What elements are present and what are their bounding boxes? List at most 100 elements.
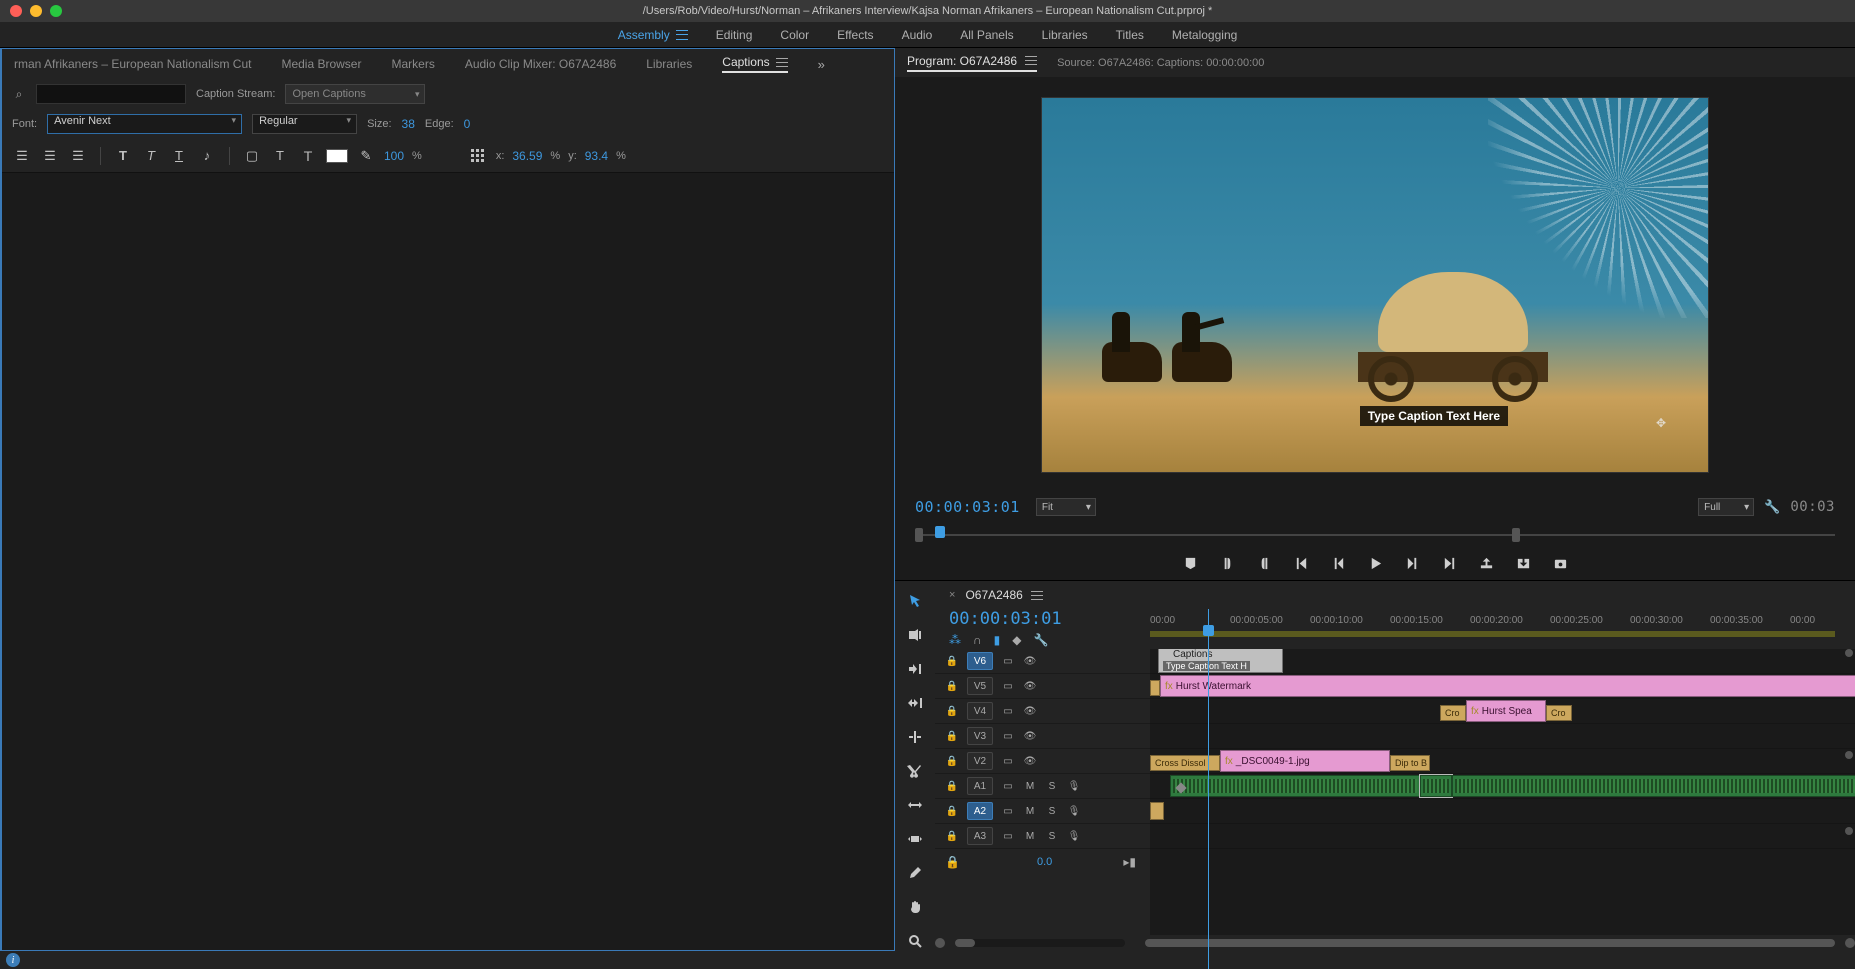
eyedropper-icon[interactable]: ✎ bbox=[356, 146, 376, 166]
mark-out-button[interactable] bbox=[1257, 556, 1272, 571]
align-center-icon[interactable]: ☰ bbox=[40, 146, 60, 166]
panel-menu-icon[interactable] bbox=[1031, 591, 1043, 600]
hand-tool[interactable] bbox=[905, 897, 925, 917]
tab-program[interactable]: Program: O67A2486 bbox=[907, 54, 1037, 72]
tab-libraries[interactable]: Libraries bbox=[646, 57, 692, 71]
in-point-handle[interactable] bbox=[915, 528, 923, 542]
track-header-a2[interactable]: 🔒 A2 ▭ M S 🎙 bbox=[935, 799, 1150, 824]
solo-button[interactable]: S bbox=[1045, 781, 1059, 792]
minimize-window-button[interactable] bbox=[30, 5, 42, 17]
vertical-scrollbar[interactable] bbox=[1845, 649, 1853, 905]
audio-sync-value[interactable]: 0.0 bbox=[1037, 856, 1052, 868]
timeline-zoom-bar[interactable] bbox=[935, 935, 1855, 951]
work-area-bar[interactable] bbox=[1150, 631, 1835, 637]
track-header-v6[interactable]: 🔒 V6 ▭ 👁 bbox=[935, 649, 1150, 674]
italic-icon[interactable]: T bbox=[141, 146, 161, 166]
sync-lock-icon[interactable]: ▭ bbox=[1001, 731, 1015, 742]
slip-tool[interactable] bbox=[905, 795, 925, 815]
y-value[interactable]: 93.4 bbox=[585, 149, 608, 163]
track-target-v6[interactable]: V6 bbox=[967, 652, 993, 670]
clip-dip-to-black[interactable]: Dip to B bbox=[1390, 755, 1430, 771]
bold-icon[interactable]: T bbox=[113, 146, 133, 166]
clip-transition-cro2[interactable]: Cro bbox=[1546, 705, 1572, 721]
caption-overlay[interactable]: Type Caption Text Here bbox=[1360, 406, 1508, 426]
track-target-a1[interactable]: A1 bbox=[967, 777, 993, 795]
lock-icon[interactable]: 🔒 bbox=[945, 806, 959, 817]
x-value[interactable]: 36.59 bbox=[512, 149, 542, 163]
tab-markers[interactable]: Markers bbox=[391, 57, 434, 71]
mute-button[interactable]: M bbox=[1023, 806, 1037, 817]
caption-stream-select[interactable]: Open Captions bbox=[285, 84, 425, 104]
text-bg-icon[interactable]: T bbox=[270, 146, 290, 166]
workspace-audio[interactable]: Audio bbox=[902, 28, 933, 42]
program-timecode[interactable]: 00:00:03:01 bbox=[915, 498, 1020, 516]
linked-selection-icon[interactable]: ∩ bbox=[973, 633, 982, 647]
position-grid-icon[interactable] bbox=[468, 146, 488, 166]
step-back-button[interactable] bbox=[1331, 556, 1346, 571]
settings-wrench-icon[interactable]: 🔧 bbox=[1033, 633, 1048, 647]
sync-lock-icon[interactable]: ▭ bbox=[1001, 806, 1015, 817]
clip-audio-a1-sel[interactable] bbox=[1420, 775, 1452, 797]
workspace-menu-icon[interactable] bbox=[676, 30, 688, 40]
bg-toggle-icon[interactable]: ▢ bbox=[242, 146, 262, 166]
pen-tool[interactable] bbox=[905, 863, 925, 883]
eye-icon[interactable]: 👁 bbox=[1023, 656, 1037, 667]
sync-lock-icon[interactable]: ▭ bbox=[1001, 656, 1015, 667]
solo-button[interactable]: S bbox=[1045, 831, 1059, 842]
lock-icon[interactable]: 🔒 bbox=[945, 681, 959, 692]
music-note-icon[interactable]: ♪ bbox=[197, 146, 217, 166]
playhead[interactable] bbox=[1203, 625, 1214, 636]
add-marker-icon[interactable]: ▮ bbox=[994, 633, 1001, 647]
font-style-select[interactable]: Regular bbox=[252, 114, 357, 134]
track-target-a3[interactable]: A3 bbox=[967, 827, 993, 845]
ripple-edit-tool[interactable] bbox=[905, 659, 925, 679]
workspace-assembly[interactable]: Assembly bbox=[618, 28, 688, 42]
workspace-libraries[interactable]: Libraries bbox=[1042, 28, 1088, 42]
zoom-window-button[interactable] bbox=[50, 5, 62, 17]
sync-lock-icon[interactable]: ▭ bbox=[1001, 681, 1015, 692]
eye-icon[interactable]: 👁 bbox=[1023, 731, 1037, 742]
close-window-button[interactable] bbox=[10, 5, 22, 17]
tab-audio-clip-mixer[interactable]: Audio Clip Mixer: O67A2486 bbox=[465, 57, 616, 71]
track-header-a3[interactable]: 🔒 A3 ▭ M S 🎙 bbox=[935, 824, 1150, 849]
clip-hurst-watermark[interactable]: fx Hurst Watermark bbox=[1160, 675, 1855, 697]
align-right-icon[interactable]: ☰ bbox=[68, 146, 88, 166]
workspace-effects[interactable]: Effects bbox=[837, 28, 873, 42]
tab-project[interactable]: rman Afrikaners – European Nationalism C… bbox=[14, 57, 251, 71]
time-ruler[interactable]: 00:00 00:00:05:00 00:00:10:00 00:00:15:0… bbox=[1150, 609, 1855, 649]
snap-icon[interactable]: ⁂ bbox=[949, 633, 961, 647]
rate-stretch-tool[interactable] bbox=[905, 727, 925, 747]
clip-cross-dissolve[interactable]: Cross Dissol bbox=[1150, 755, 1220, 771]
timeline-timecode[interactable]: 00:00:03:01 bbox=[949, 609, 1150, 629]
clip-hurst-speaker[interactable]: fx Hurst Spea bbox=[1466, 700, 1546, 722]
tab-captions[interactable]: Captions bbox=[722, 55, 787, 73]
selection-tool[interactable] bbox=[905, 591, 925, 611]
record-icon[interactable]: 🎙 bbox=[1067, 806, 1081, 817]
add-marker-button[interactable] bbox=[1183, 556, 1198, 571]
track-select-forward-tool[interactable] bbox=[905, 625, 925, 645]
overflow-tabs-button[interactable]: » bbox=[818, 57, 825, 72]
font-family-select[interactable]: Avenir Next bbox=[47, 114, 242, 134]
panel-menu-icon[interactable] bbox=[1025, 56, 1037, 65]
search-input[interactable] bbox=[36, 84, 186, 104]
resolution-select[interactable]: Full bbox=[1698, 498, 1754, 516]
go-to-out-button[interactable] bbox=[1442, 556, 1457, 571]
eye-icon[interactable]: 👁 bbox=[1023, 756, 1037, 767]
lock-icon[interactable]: 🔒 bbox=[945, 831, 959, 842]
mute-button[interactable]: M bbox=[1023, 831, 1037, 842]
track-header-a1[interactable]: 🔒 A1 ▭ M S 🎙 bbox=[935, 774, 1150, 799]
play-button[interactable] bbox=[1368, 556, 1383, 571]
track-target-a2[interactable]: A2 bbox=[967, 802, 993, 820]
settings-wrench-icon[interactable]: 🔧 bbox=[1764, 499, 1780, 515]
lock-icon[interactable]: 🔒 bbox=[945, 731, 959, 742]
solo-button[interactable]: S bbox=[1045, 806, 1059, 817]
extract-button[interactable] bbox=[1516, 556, 1531, 571]
zoom-fit-select[interactable]: Fit bbox=[1036, 498, 1096, 516]
workspace-editing[interactable]: Editing bbox=[716, 28, 753, 42]
razor-tool[interactable] bbox=[905, 761, 925, 781]
color-swatch[interactable] bbox=[326, 149, 348, 163]
track-target-v5[interactable]: V5 bbox=[967, 677, 993, 695]
lock-icon[interactable]: 🔒 bbox=[945, 656, 959, 667]
edge-value[interactable]: 0 bbox=[464, 117, 471, 131]
playhead-handle[interactable] bbox=[935, 526, 945, 538]
